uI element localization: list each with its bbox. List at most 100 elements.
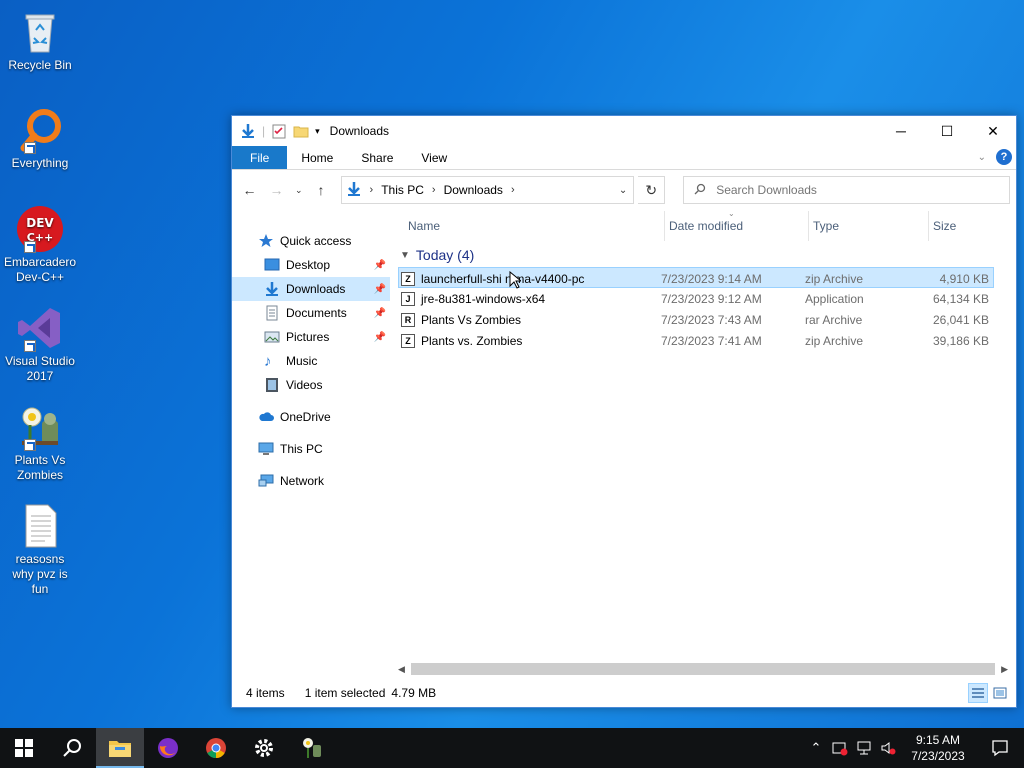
pin-icon: 📌 xyxy=(373,331,386,343)
desktop-icon-visual-studio[interactable]: Visual Studio 2017 xyxy=(4,304,76,384)
windows-logo-icon xyxy=(15,739,33,757)
address-dropdown-chevron-icon[interactable]: ⌄ xyxy=(619,185,627,196)
file-size: 39,186 KB xyxy=(932,333,989,348)
action-center-button[interactable] xyxy=(976,739,1024,757)
taskbar-search-button[interactable] xyxy=(48,728,96,768)
show-hidden-icons-chevron-icon[interactable]: ⌃ xyxy=(804,740,828,756)
nav-videos[interactable]: Videos xyxy=(232,373,390,397)
file-row[interactable]: Z Plants vs. Zombies 7/23/2023 7:41 AM z… xyxy=(398,330,994,351)
notification-icon xyxy=(992,740,1008,757)
network-status-icon[interactable] xyxy=(852,740,876,756)
horizontal-scrollbar[interactable]: ◀ ▶ xyxy=(398,661,1008,677)
address-bar[interactable]: › This PC › Downloads › ⌄ xyxy=(340,176,635,204)
tab-home[interactable]: Home xyxy=(287,146,347,169)
customize-qat-chevron-icon[interactable]: ▾ xyxy=(315,126,320,137)
close-button[interactable]: ✕ xyxy=(970,116,1016,146)
scroll-left-icon[interactable]: ◀ xyxy=(398,664,405,675)
refresh-button[interactable]: ↻ xyxy=(638,176,666,204)
file-size: 26,041 KB xyxy=(932,312,989,327)
file-row[interactable]: J jre-8u381-windows-x64 7/23/2023 9:12 A… xyxy=(398,288,994,309)
taskbar-plants-vs-zombies[interactable] xyxy=(288,728,336,768)
clock[interactable]: 9:15 AM 7/23/2023 xyxy=(900,732,976,764)
nav-label: Downloads xyxy=(286,282,346,296)
desktop-icon-text-file[interactable]: reasosns why pvz is fun xyxy=(4,502,76,597)
desktop-icon-devcpp[interactable]: DEV C++ Embarcadero Dev-C++ xyxy=(4,205,76,285)
file-size: 4,910 KB xyxy=(939,271,989,286)
chevron-right-icon: › xyxy=(369,184,374,196)
column-headers: Name Date modified Type Size ⌄ xyxy=(398,209,1016,241)
new-folder-icon[interactable] xyxy=(293,123,309,139)
back-button[interactable]: ← xyxy=(238,178,261,202)
shortcut-arrow-icon xyxy=(24,439,36,451)
group-header-today[interactable]: ▼ Today (4) xyxy=(398,243,1016,267)
pin-icon: 📌 xyxy=(373,307,386,319)
videos-film-icon xyxy=(264,377,280,393)
file-name: Plants vs. Zombies xyxy=(421,333,523,348)
column-header-type[interactable]: Type xyxy=(808,211,928,241)
minimize-button[interactable]: ─ xyxy=(878,116,924,146)
properties-icon[interactable] xyxy=(271,123,287,139)
tab-share[interactable]: Share xyxy=(347,146,407,169)
downloads-arrow-icon xyxy=(240,123,256,139)
desktop-icon-recycle-bin[interactable]: Recycle Bin xyxy=(4,8,76,73)
nav-desktop[interactable]: Desktop 📌 xyxy=(232,253,390,277)
help-icon[interactable]: ? xyxy=(996,149,1012,165)
breadcrumb-this-pc[interactable]: This PC xyxy=(381,183,424,197)
breadcrumb-downloads[interactable]: Downloads xyxy=(444,183,503,197)
scroll-right-icon[interactable]: ▶ xyxy=(1001,664,1008,675)
desktop-icon-everything[interactable]: Everything xyxy=(4,106,76,171)
nav-music[interactable]: ♪ Music xyxy=(232,349,390,373)
recycle-bin-icon xyxy=(16,8,64,56)
forward-button[interactable]: → xyxy=(265,178,288,202)
file-row[interactable]: Z launcherfull-shi nima-v4400-pc 7/23/20… xyxy=(398,267,994,289)
taskbar-settings[interactable] xyxy=(240,728,288,768)
up-button[interactable]: ↑ xyxy=(310,178,333,202)
taskbar-chrome[interactable] xyxy=(192,728,240,768)
title-bar[interactable]: | ▾ Downloads ─ ☐ ✕ xyxy=(232,116,1016,146)
taskbar-firefox[interactable] xyxy=(144,728,192,768)
nav-network[interactable]: Network xyxy=(232,469,390,493)
chevron-right-icon[interactable]: › xyxy=(511,184,515,196)
recent-locations-chevron-icon[interactable]: ⌄ xyxy=(292,178,305,202)
column-header-name[interactable]: Name xyxy=(404,211,660,241)
group-label: Today (4) xyxy=(415,247,475,263)
column-header-size[interactable]: Size xyxy=(928,211,1004,241)
downloads-arrow-icon xyxy=(346,181,362,200)
expand-ribbon-chevron-icon[interactable]: ⌄ xyxy=(978,152,986,163)
nav-this-pc[interactable]: This PC xyxy=(232,437,390,461)
network-icon xyxy=(258,473,274,489)
file-type: zip Archive xyxy=(805,271,864,286)
nav-documents[interactable]: Documents 📌 xyxy=(232,301,390,325)
column-header-date[interactable]: Date modified xyxy=(664,211,808,241)
file-list: Name Date modified Type Size ⌄ ▼ Today (… xyxy=(390,209,1016,679)
zip-archive-icon: Z xyxy=(401,333,415,348)
devcpp-icon: DEV C++ xyxy=(16,205,64,253)
pin-icon: 📌 xyxy=(373,283,386,295)
details-view-icon[interactable] xyxy=(968,683,988,703)
maximize-button[interactable]: ☐ xyxy=(924,116,970,146)
nav-pictures[interactable]: Pictures 📌 xyxy=(232,325,390,349)
scrollbar-thumb[interactable] xyxy=(410,663,996,675)
file-row[interactable]: R Plants Vs Zombies 7/23/2023 7:43 AM ra… xyxy=(398,309,994,330)
desktop-icon-plants-vs-zombies[interactable]: Plants Vs Zombies xyxy=(4,403,76,483)
pictures-icon xyxy=(264,329,280,345)
clock-time: 9:15 AM xyxy=(915,733,961,747)
nav-quick-access[interactable]: Quick access xyxy=(232,229,390,253)
navigation-pane: Quick access Desktop 📌 Downloads 📌 Docum… xyxy=(232,211,390,679)
desktop-icon-label: Plants Vs Zombies xyxy=(14,453,66,482)
nav-onedrive[interactable]: OneDrive xyxy=(232,405,390,429)
large-icons-view-icon[interactable] xyxy=(990,683,1010,703)
search-box[interactable] xyxy=(683,176,1010,204)
tab-view[interactable]: View xyxy=(407,146,461,169)
selection-size: 4.79 MB xyxy=(391,686,437,700)
taskbar-file-explorer[interactable] xyxy=(96,728,144,768)
volume-muted-icon[interactable] xyxy=(876,740,900,756)
chevron-right-icon[interactable]: › xyxy=(432,184,436,196)
nav-downloads[interactable]: Downloads 📌 xyxy=(232,277,390,301)
security-alert-icon[interactable] xyxy=(828,740,852,756)
tab-file[interactable]: File xyxy=(232,146,288,169)
search-input[interactable] xyxy=(716,183,997,197)
start-button[interactable] xyxy=(0,728,48,768)
plants-vs-zombies-icon xyxy=(16,403,64,451)
svg-text:DEV: DEV xyxy=(26,216,54,230)
